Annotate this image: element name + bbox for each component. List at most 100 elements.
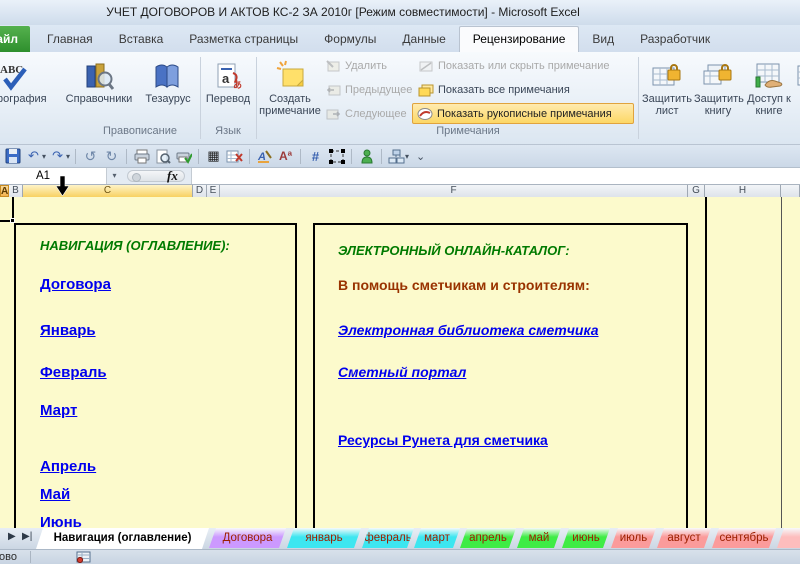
save-button[interactable]: [3, 147, 22, 165]
edit-pen-button[interactable]: A: [255, 147, 274, 165]
sheet-tab-март[interactable]: март: [414, 528, 460, 548]
show-all-comments-button[interactable]: Показать все примечания: [418, 80, 570, 100]
column-header-e[interactable]: E: [207, 185, 220, 197]
protect-workbook-button[interactable]: Защитить книгу: [694, 55, 742, 123]
link-portal[interactable]: Сметный портал: [338, 364, 466, 380]
person-button[interactable]: [357, 147, 376, 165]
delete-comment-button[interactable]: Удалить: [326, 56, 387, 76]
thesaurus-button[interactable]: Тезаурус: [140, 55, 196, 123]
link-march[interactable]: Март: [40, 402, 77, 419]
new-comment-button[interactable]: Создать примечание: [258, 55, 324, 123]
sheet-tab-февраль[interactable]: февраль: [362, 528, 414, 548]
tab-review[interactable]: Рецензирование: [459, 26, 580, 52]
protect-sheet-button[interactable]: Защитить лист: [642, 55, 692, 123]
print-button[interactable]: [132, 147, 151, 165]
column-header-b[interactable]: B: [9, 185, 23, 197]
insert-function-button[interactable]: fx: [167, 168, 178, 184]
column-header-g[interactable]: G: [688, 185, 705, 197]
forward-button[interactable]: ↻: [102, 147, 121, 165]
sheet-tab-Договора[interactable]: Договора: [209, 528, 286, 548]
column-header-c[interactable]: C: [23, 185, 193, 197]
toolbar-separator: [381, 149, 382, 164]
sheet-tab-Навигация-оглавление-[interactable]: Навигация (оглавление): [36, 528, 209, 549]
link-runet[interactable]: Ресурсы Рунета для сметчика: [338, 432, 548, 448]
sheet-tab-август[interactable]: август: [657, 528, 711, 548]
tab-formulas[interactable]: Формулы: [311, 26, 389, 52]
share-workbook-icon: [744, 55, 794, 91]
tab-insert[interactable]: Вставка: [106, 26, 177, 52]
show-ink-button[interactable]: Показать рукописные примечания: [412, 103, 634, 124]
tab-scroll-last-icon[interactable]: ▶|: [22, 531, 32, 542]
column-header-a[interactable]: A: [0, 185, 9, 197]
toolbar-separator: [75, 149, 76, 164]
tab-file[interactable]: Файл: [0, 26, 30, 52]
sheet-tab-июнь[interactable]: июнь: [562, 528, 610, 548]
view-manager-button[interactable]: ▦: [204, 147, 223, 165]
tab-developer[interactable]: Разработчик: [627, 26, 723, 52]
link-library[interactable]: Электронная библиотека сметчика: [338, 322, 599, 338]
formula-input[interactable]: [191, 168, 800, 184]
sheet-tab-май[interactable]: май: [517, 528, 561, 548]
select-objects-button[interactable]: [327, 147, 346, 165]
catalog-title: ЭЛЕКТРОННЫЙ ОНЛАЙН-КАТАЛОГ:: [338, 243, 570, 258]
macro-record-button[interactable]: [76, 551, 91, 564]
back-button[interactable]: ↺: [81, 147, 100, 165]
name-box[interactable]: A1: [0, 168, 107, 184]
show-hide-comment-icon: [418, 59, 434, 73]
show-ink-icon: [417, 107, 433, 121]
tab-scroll-next-icon[interactable]: ▶: [8, 531, 16, 542]
redo-button[interactable]: ↷: [48, 147, 67, 165]
toolbar-overflow-button[interactable]: ⌄: [411, 147, 430, 165]
link-january[interactable]: Январь: [40, 322, 96, 339]
protect-and-share-button[interactable]: [796, 55, 800, 123]
column-header-f[interactable]: F: [220, 185, 688, 197]
link-april[interactable]: Апрель: [40, 458, 96, 475]
mouse-cursor-column-select: [56, 176, 69, 201]
diagram-dropdown-icon[interactable]: ▾: [405, 152, 409, 161]
column-headers: A B C D E F G H: [0, 185, 800, 197]
tab-home[interactable]: Главная: [34, 26, 106, 52]
previous-comment-button[interactable]: Предыдущее: [326, 80, 412, 100]
group-label-language: Язык: [215, 125, 241, 137]
translate-button[interactable]: аあ Перевод: [202, 55, 254, 123]
tab-page-layout[interactable]: Разметка страницы: [176, 26, 311, 52]
link-dogovora[interactable]: Договора: [40, 276, 111, 293]
quick-access-toolbar: ↶▾ ↷▾ ↺ ↻ ▦ A Aª # ▾ ⌄: [0, 145, 800, 168]
column-header-h[interactable]: H: [705, 185, 781, 197]
name-box-dropdown-icon[interactable]: ▾: [107, 168, 122, 184]
undo-dropdown-icon[interactable]: ▾: [42, 152, 46, 161]
link-june[interactable]: Июнь: [40, 514, 82, 528]
gridlines-button[interactable]: #: [306, 147, 325, 165]
undo-button[interactable]: ↶: [24, 147, 43, 165]
change-case-button[interactable]: Aª: [276, 147, 295, 165]
share-workbook-button[interactable]: Доступ к книге: [744, 55, 794, 123]
previous-comment-icon: [326, 83, 341, 97]
sheet-tab-январь[interactable]: январь: [287, 528, 361, 548]
spelling-button[interactable]: ABC Орфография: [0, 55, 56, 123]
column-g-border: [705, 197, 707, 528]
print-icon: [134, 149, 150, 164]
print-preview-button[interactable]: [153, 147, 172, 165]
show-hide-comment-button[interactable]: Показать или скрыть примечание: [418, 56, 609, 76]
quick-print-button[interactable]: [174, 147, 193, 165]
link-february[interactable]: Февраль: [40, 364, 107, 381]
tab-view[interactable]: Вид: [579, 26, 627, 52]
research-button[interactable]: Справочники: [60, 55, 138, 123]
sheet-grid[interactable]: НАВИГАЦИЯ (ОГЛАВЛЕНИЕ): Договора Январь …: [0, 197, 800, 528]
sheet-tab-апрель[interactable]: апрель: [460, 528, 516, 548]
window-title: УЧЕТ ДОГОВОРОВ И АКТОВ КС-2 ЗА 2010г [Ре…: [106, 5, 580, 19]
tab-data[interactable]: Данные: [389, 26, 458, 52]
next-comment-button[interactable]: Следующее: [326, 104, 407, 124]
sheet-tab-сентябрь[interactable]: сентябрь: [712, 528, 776, 548]
research-icon: [60, 55, 138, 91]
sheet-tab-июль[interactable]: июль: [611, 528, 656, 548]
group-divider: [200, 57, 201, 139]
delete-sheet-icon: [226, 149, 243, 164]
delete-sheet-button[interactable]: [225, 147, 244, 165]
sheet-tab-partial[interactable]: [777, 528, 800, 548]
redo-dropdown-icon[interactable]: ▾: [66, 152, 70, 161]
column-header-i[interactable]: [781, 185, 800, 197]
diagram-button[interactable]: [387, 147, 406, 165]
column-header-d[interactable]: D: [193, 185, 207, 197]
link-may[interactable]: Май: [40, 486, 70, 503]
